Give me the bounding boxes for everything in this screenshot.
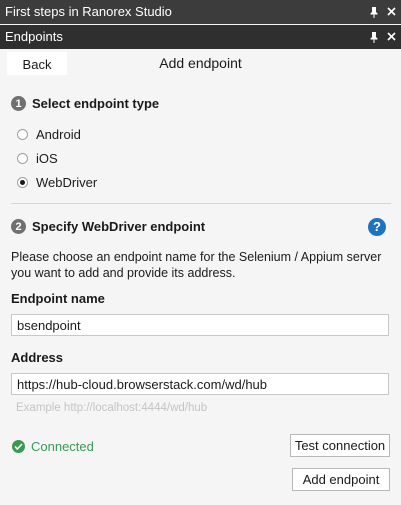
endpoint-panel: Back Add endpoint 1 Select endpoint type…: [0, 49, 401, 505]
close-icon[interactable]: [387, 7, 397, 17]
step-2-title: Specify WebDriver endpoint: [32, 219, 206, 234]
section-divider: [11, 203, 391, 204]
pin-icon[interactable]: [369, 7, 379, 18]
radio-webdriver[interactable]: WebDriver: [17, 175, 97, 190]
endpoint-name-input[interactable]: [11, 314, 389, 336]
radio-label: Android: [36, 127, 81, 142]
window-title: First steps in Ranorex Studio: [5, 4, 172, 19]
ranorex-endpoints-window: First steps in Ranorex Studio Endpoints …: [0, 0, 401, 505]
window-titlebar: First steps in Ranorex Studio: [0, 0, 401, 24]
help-icon[interactable]: ?: [368, 218, 386, 236]
step-2-heading: 2 Specify WebDriver endpoint: [11, 219, 205, 234]
step-number-badge: 2: [11, 219, 26, 234]
panel-titlebar: Endpoints: [0, 25, 401, 49]
address-input[interactable]: [11, 373, 389, 395]
endpoint-name-label: Endpoint name: [11, 291, 105, 306]
address-label: Address: [11, 350, 64, 365]
add-endpoint-button[interactable]: Add endpoint: [292, 468, 390, 491]
radio-android[interactable]: Android: [17, 127, 81, 142]
page-title: Add endpoint: [159, 55, 242, 71]
connection-status: Connected: [12, 439, 94, 454]
status-text: Connected: [31, 439, 94, 454]
panel-header: Back Add endpoint: [0, 49, 401, 81]
radio-button[interactable]: [17, 129, 28, 140]
test-connection-button[interactable]: Test connection: [290, 434, 390, 457]
step-1-heading: 1 Select endpoint type: [11, 96, 159, 111]
check-circle-icon: [12, 440, 25, 453]
panel-title: Endpoints: [5, 29, 63, 44]
step-number-badge: 1: [11, 96, 26, 111]
step-1-title: Select endpoint type: [32, 96, 160, 111]
pin-icon[interactable]: [369, 32, 379, 43]
radio-label: WebDriver: [36, 175, 98, 190]
radio-button[interactable]: [17, 153, 28, 164]
address-example-hint: Example http://localhost:4444/wd/hub: [16, 402, 208, 414]
radio-button-selected[interactable]: [17, 177, 28, 188]
step-2-description: Please choose an endpoint name for the S…: [11, 250, 382, 280]
radio-ios[interactable]: iOS: [17, 151, 58, 166]
close-icon[interactable]: [387, 32, 397, 42]
radio-label: iOS: [36, 151, 58, 166]
